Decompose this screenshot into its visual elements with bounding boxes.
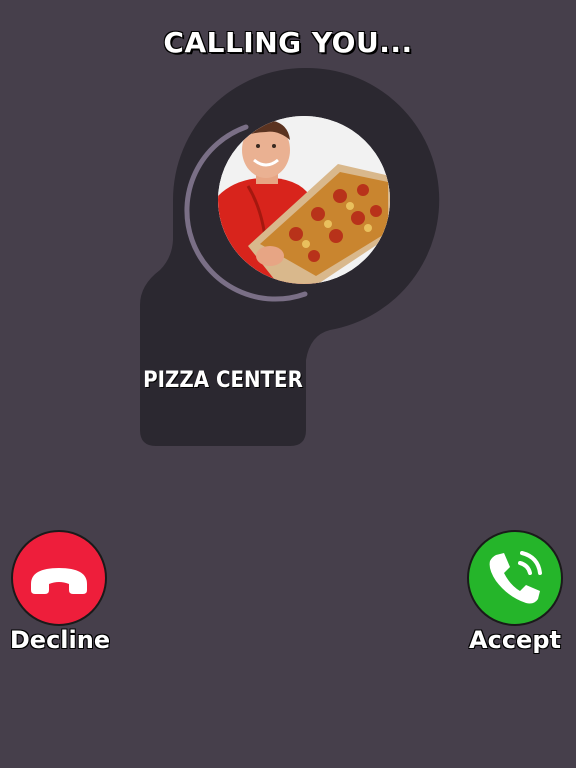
accept-label: Accept bbox=[469, 626, 561, 654]
decline-label: Decline bbox=[9, 626, 111, 654]
caller-name: PIZZA CENTER bbox=[143, 368, 303, 393]
pizza-delivery-man-photo bbox=[218, 116, 390, 284]
incoming-call-screen: CALLING YOU... PIZZA CENTER Decline Acce… bbox=[0, 0, 576, 768]
phone-hangup-icon bbox=[31, 568, 87, 594]
caller-avatar bbox=[218, 116, 390, 284]
accept-button[interactable] bbox=[467, 530, 563, 626]
phone-ringing-icon bbox=[489, 551, 542, 604]
decline-button[interactable] bbox=[11, 530, 107, 626]
